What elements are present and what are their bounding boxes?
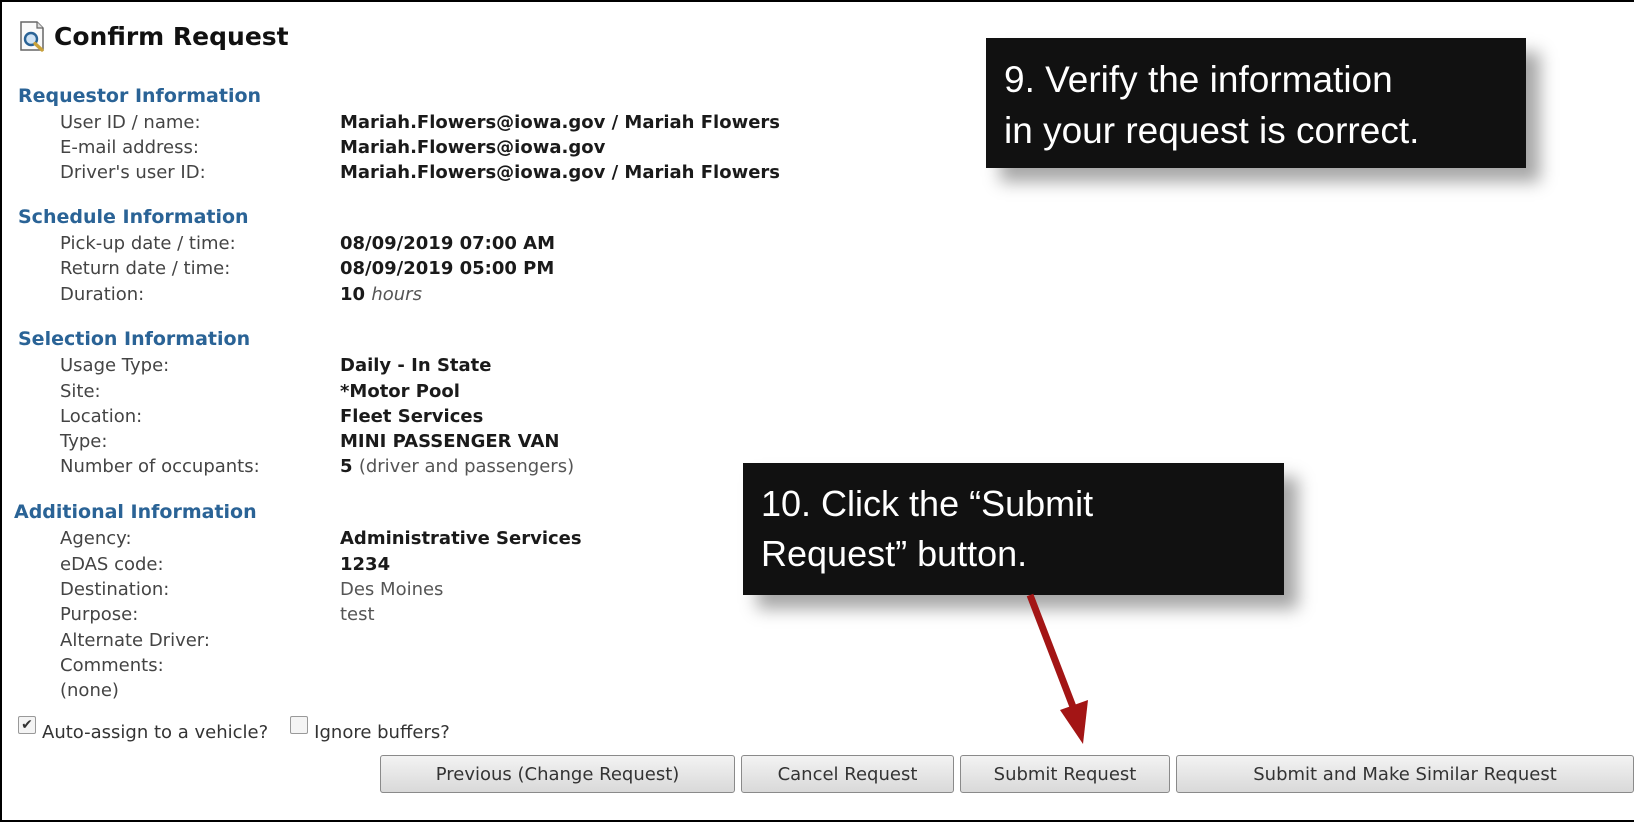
pointer-arrow-icon (1026, 593, 1088, 744)
